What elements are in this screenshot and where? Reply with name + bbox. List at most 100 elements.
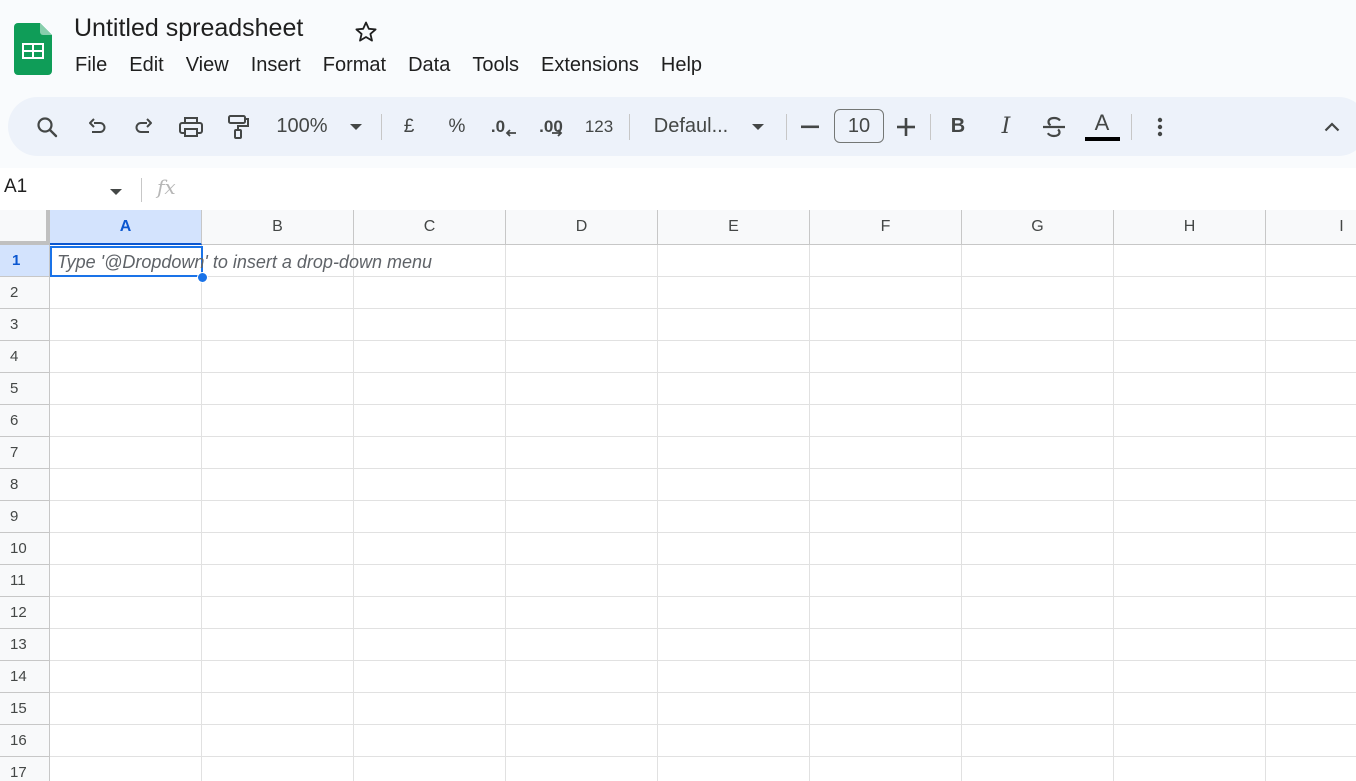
- cell-h15[interactable]: [1114, 693, 1266, 725]
- increase-decimal-button[interactable]: .00: [534, 97, 568, 156]
- column-header-f[interactable]: F: [810, 210, 962, 245]
- cell-d14[interactable]: [506, 661, 658, 693]
- cell-h11[interactable]: [1114, 565, 1266, 597]
- cell-i2[interactable]: [1266, 277, 1356, 309]
- cell-c8[interactable]: [354, 469, 506, 501]
- cell-g13[interactable]: [962, 629, 1114, 661]
- cell-h3[interactable]: [1114, 309, 1266, 341]
- cell-i17[interactable]: [1266, 757, 1356, 781]
- cell-c13[interactable]: [354, 629, 506, 661]
- cell-e5[interactable]: [658, 373, 810, 405]
- row-header-4[interactable]: 4: [0, 341, 50, 373]
- paint-format-button[interactable]: [223, 97, 253, 156]
- cell-c16[interactable]: [354, 725, 506, 757]
- cell-b8[interactable]: [202, 469, 354, 501]
- cell-f8[interactable]: [810, 469, 962, 501]
- cell-i4[interactable]: [1266, 341, 1356, 373]
- menu-tools[interactable]: Tools: [461, 52, 530, 79]
- cell-c10[interactable]: [354, 533, 506, 565]
- cell-d9[interactable]: [506, 501, 658, 533]
- cell-c4[interactable]: [354, 341, 506, 373]
- column-header-c[interactable]: C: [354, 210, 506, 245]
- column-header-b[interactable]: B: [202, 210, 354, 245]
- row-header-12[interactable]: 12: [0, 597, 50, 629]
- cell-a15[interactable]: [50, 693, 202, 725]
- cell-h5[interactable]: [1114, 373, 1266, 405]
- redo-button[interactable]: [129, 97, 159, 156]
- column-header-e[interactable]: E: [658, 210, 810, 245]
- row-header-3[interactable]: 3: [0, 309, 50, 341]
- menu-help[interactable]: Help: [650, 52, 713, 79]
- row-header-9[interactable]: 9: [0, 501, 50, 533]
- cell-g2[interactable]: [962, 277, 1114, 309]
- cell-a7[interactable]: [50, 437, 202, 469]
- cell-c3[interactable]: [354, 309, 506, 341]
- row-header-11[interactable]: 11: [0, 565, 50, 597]
- cell-f16[interactable]: [810, 725, 962, 757]
- cell-i13[interactable]: [1266, 629, 1356, 661]
- print-button[interactable]: [176, 97, 206, 156]
- cell-a10[interactable]: [50, 533, 202, 565]
- row-header-16[interactable]: 16: [0, 725, 50, 757]
- cell-e8[interactable]: [658, 469, 810, 501]
- cell-e14[interactable]: [658, 661, 810, 693]
- cell-d16[interactable]: [506, 725, 658, 757]
- cell-e6[interactable]: [658, 405, 810, 437]
- cell-e11[interactable]: [658, 565, 810, 597]
- collapse-toolbar-button[interactable]: [1318, 97, 1346, 156]
- cell-a16[interactable]: [50, 725, 202, 757]
- cell-a5[interactable]: [50, 373, 202, 405]
- cell-g11[interactable]: [962, 565, 1114, 597]
- cell-a6[interactable]: [50, 405, 202, 437]
- decrease-decimal-button[interactable]: .0: [488, 97, 520, 156]
- cell-g16[interactable]: [962, 725, 1114, 757]
- row-header-10[interactable]: 10: [0, 533, 50, 565]
- cell-b6[interactable]: [202, 405, 354, 437]
- cell-d3[interactable]: [506, 309, 658, 341]
- cell-b13[interactable]: [202, 629, 354, 661]
- menu-format[interactable]: Format: [312, 52, 397, 79]
- cell-i7[interactable]: [1266, 437, 1356, 469]
- cell-e15[interactable]: [658, 693, 810, 725]
- cell-g15[interactable]: [962, 693, 1114, 725]
- cell-g3[interactable]: [962, 309, 1114, 341]
- cell-f2[interactable]: [810, 277, 962, 309]
- column-header-a[interactable]: A: [50, 210, 202, 245]
- column-header-g[interactable]: G: [962, 210, 1114, 245]
- cell-c11[interactable]: [354, 565, 506, 597]
- cell-g8[interactable]: [962, 469, 1114, 501]
- row-header-17[interactable]: 17: [0, 757, 50, 781]
- row-header-6[interactable]: 6: [0, 405, 50, 437]
- cell-b16[interactable]: [202, 725, 354, 757]
- fill-handle[interactable]: [197, 272, 208, 283]
- cell-d11[interactable]: [506, 565, 658, 597]
- currency-format-button[interactable]: £: [396, 97, 422, 156]
- cell-f5[interactable]: [810, 373, 962, 405]
- cell-e16[interactable]: [658, 725, 810, 757]
- cell-h9[interactable]: [1114, 501, 1266, 533]
- cell-a14[interactable]: [50, 661, 202, 693]
- cell-d8[interactable]: [506, 469, 658, 501]
- cell-b14[interactable]: [202, 661, 354, 693]
- cell-f3[interactable]: [810, 309, 962, 341]
- sheets-logo-icon[interactable]: [14, 23, 52, 75]
- cell-b4[interactable]: [202, 341, 354, 373]
- menu-data[interactable]: Data: [397, 52, 461, 79]
- cell-i15[interactable]: [1266, 693, 1356, 725]
- cell-a17[interactable]: [50, 757, 202, 781]
- cell-i9[interactable]: [1266, 501, 1356, 533]
- cell-c14[interactable]: [354, 661, 506, 693]
- bold-button[interactable]: B: [946, 97, 970, 156]
- cell-f11[interactable]: [810, 565, 962, 597]
- cell-b17[interactable]: [202, 757, 354, 781]
- cell-b5[interactable]: [202, 373, 354, 405]
- cells-area[interactable]: [50, 245, 1356, 781]
- cell-d4[interactable]: [506, 341, 658, 373]
- cell-f1[interactable]: [810, 245, 962, 277]
- cell-h12[interactable]: [1114, 597, 1266, 629]
- cell-d12[interactable]: [506, 597, 658, 629]
- cell-g1[interactable]: [962, 245, 1114, 277]
- menu-insert[interactable]: Insert: [240, 52, 312, 79]
- row-header-7[interactable]: 7: [0, 437, 50, 469]
- cell-g10[interactable]: [962, 533, 1114, 565]
